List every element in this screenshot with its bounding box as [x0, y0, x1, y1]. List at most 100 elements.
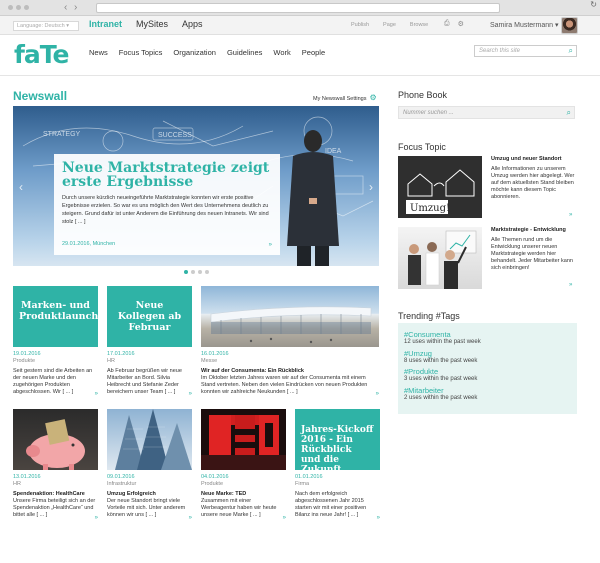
- tile-more-link[interactable]: »: [189, 515, 192, 521]
- site-search-input[interactable]: Search this site ⌕: [474, 45, 577, 57]
- tile-date: 19.01.2016: [13, 351, 41, 357]
- tile-date: 04.01.2016: [201, 474, 229, 480]
- pager-dot[interactable]: [184, 270, 188, 274]
- focus-topic-image[interactable]: [398, 227, 482, 289]
- news-tile[interactable]: 04.01.2016 Produkte Neue Marke: TED Zusamm…: [201, 409, 286, 521]
- search-icon[interactable]: ⌕: [569, 46, 573, 56]
- svg-text:IDEA: IDEA: [325, 148, 342, 155]
- tile-more-link[interactable]: »: [189, 391, 192, 397]
- tile-headline[interactable]: Neue Marke: TED: [201, 491, 246, 497]
- site-logo[interactable]: faTe: [14, 40, 69, 69]
- tile-more-link[interactable]: »: [377, 515, 380, 521]
- publish-button[interactable]: Publish: [351, 22, 369, 28]
- site-header: faTe News Focus Topics Organization Guid…: [0, 36, 600, 73]
- trending-tag[interactable]: #Umzug 8 uses within the past week: [404, 349, 571, 365]
- hero-next-arrow[interactable]: ›: [369, 180, 373, 194]
- tag-uses: 8 uses within the past week: [404, 357, 478, 364]
- avatar[interactable]: [561, 17, 578, 34]
- tile-more-link[interactable]: »: [95, 515, 98, 521]
- focus-item-title[interactable]: Marktstrategie - Entwicklung: [491, 227, 577, 234]
- trending-tag[interactable]: #Produkte 3 uses within the past week: [404, 367, 571, 383]
- search-icon[interactable]: ⌕: [567, 108, 571, 118]
- phonebook-search-input[interactable]: Nummer suchen ... ⌕: [398, 106, 575, 119]
- back-icon[interactable]: ‹: [64, 2, 74, 13]
- newswall-title: Newswall: [13, 89, 68, 103]
- pager-dot[interactable]: [198, 270, 202, 274]
- hero-card[interactable]: Neue Marktstrategie zeigt erste Ergebnis…: [54, 154, 280, 255]
- tile-more-link[interactable]: »: [95, 391, 98, 397]
- settings-icon[interactable]: ⚙: [458, 20, 464, 28]
- newswall-settings-link[interactable]: My Newswall Settings ⚙: [313, 93, 377, 102]
- window-controls[interactable]: [8, 5, 29, 10]
- pager-dot[interactable]: [205, 270, 209, 274]
- nav-organization[interactable]: Organization: [173, 48, 216, 57]
- tile-date: 17.01.2016: [107, 351, 135, 357]
- tile-headline[interactable]: Wir auf der Consumenta: Ein Rückblick: [201, 368, 304, 374]
- hero-slider[interactable]: SUCCESS IDEA STRATEGY ‹ › Neue Marktstra…: [13, 106, 379, 266]
- trending-tag[interactable]: #Consumenta 12 uses within the past week: [404, 330, 571, 346]
- user-menu[interactable]: Samira Mustermann ▾: [490, 21, 559, 29]
- tile-text: Ab Februar begrüßen wir neue Mitarbeiter…: [107, 368, 182, 395]
- hero-more-link[interactable]: »: [269, 242, 272, 248]
- hero-text: Durch unsere kürzlich neueingeführte Mar…: [62, 195, 269, 225]
- forward-icon[interactable]: ›: [74, 2, 84, 13]
- tile-teal-box: Jahres-Kickoff 2016 - Ein Rückblick und …: [295, 409, 380, 470]
- phonebook-title: Phone Book: [398, 90, 448, 100]
- news-tile[interactable]: 09.01.2016 Infrastruktur Umzug Erfolgreic…: [107, 409, 192, 521]
- address-bar[interactable]: [96, 3, 500, 13]
- news-tile[interactable]: 16.01.2016 Messe Wir auf der Consumenta: …: [201, 286, 379, 397]
- tile-category: Messe: [201, 358, 218, 364]
- focus-topic-title: Focus Topic: [398, 142, 446, 152]
- nav-focus-topics[interactable]: Focus Topics: [119, 48, 163, 57]
- tile-headline[interactable]: Umzug Erfolgreich: [107, 491, 156, 497]
- language-select[interactable]: Language: Deutsch ▾: [13, 21, 79, 31]
- news-tile[interactable]: 13.01.2016 HR Spendenaktion: HealthCare Un…: [13, 409, 98, 521]
- focus-topic-image[interactable]: Umzug!: [398, 156, 482, 218]
- tag-uses: 12 uses within the past week: [404, 339, 481, 345]
- tag-name[interactable]: #Consumenta: [404, 330, 571, 339]
- focus-more-link[interactable]: »: [569, 282, 572, 288]
- page-button[interactable]: Page: [383, 22, 396, 28]
- news-tile[interactable]: Marken- und Produktlaunch 19.01.2016 Prod…: [13, 286, 98, 397]
- top-nav-apps[interactable]: Apps: [182, 19, 203, 29]
- focus-topic-item[interactable]: Umzug und neuer Standort Alle Informatio…: [491, 156, 577, 201]
- tile-more-link[interactable]: »: [376, 391, 379, 397]
- pager-dot[interactable]: [191, 270, 195, 274]
- focus-image-text: Umzug!: [410, 203, 450, 214]
- nav-guidelines[interactable]: Guidelines: [227, 48, 262, 57]
- tile-category: Produkte: [201, 481, 224, 487]
- hero-title[interactable]: Neue Marktstrategie zeigt erste Ergebnis…: [62, 161, 272, 189]
- trending-tag[interactable]: #Mitarbeiter 2 uses within the past week: [404, 386, 571, 402]
- focus-topic-item[interactable]: Marktstrategie - Entwicklung Alle Themen…: [491, 227, 577, 272]
- focus-item-title[interactable]: Umzug und neuer Standort: [491, 156, 577, 163]
- tile-image: [107, 409, 192, 470]
- tile-date: 16.01.2016: [201, 351, 229, 357]
- news-tile[interactable]: Jahres-Kickoff 2016 - Ein Rückblick und …: [295, 409, 380, 521]
- tile-headline[interactable]: Spendenaktion: HealthCare: [13, 491, 85, 497]
- tag-uses: 2 uses within the past week: [404, 394, 478, 401]
- hero-prev-arrow[interactable]: ‹: [19, 180, 23, 194]
- top-nav-intranet[interactable]: Intranet: [89, 19, 122, 29]
- print-icon[interactable]: ⎙: [444, 20, 450, 28]
- tile-more-link[interactable]: »: [283, 515, 286, 521]
- main-nav: News Focus Topics Organization Guideline…: [89, 48, 325, 57]
- tile-image: [13, 409, 98, 470]
- nav-work[interactable]: Work: [273, 48, 290, 57]
- tag-name[interactable]: #Umzug: [404, 349, 571, 358]
- svg-text:STRATEGY: STRATEGY: [43, 131, 81, 138]
- news-tile[interactable]: Neue Kollegen ab Februar 17.01.2016 HR Ab…: [107, 286, 192, 397]
- browser-nav[interactable]: ‹ ›: [64, 2, 84, 13]
- browse-button[interactable]: Browse: [410, 22, 428, 28]
- top-nav-mysites[interactable]: MySites: [136, 19, 168, 29]
- tile-teal-box: Marken- und Produktlaunch: [13, 286, 98, 347]
- tag-name[interactable]: #Produkte: [404, 367, 571, 376]
- tile-text: Unsere Firma beteiligt sich an der Spend…: [13, 498, 96, 518]
- focus-more-link[interactable]: »: [569, 212, 572, 218]
- reload-icon[interactable]: ↻: [590, 0, 597, 9]
- nav-news[interactable]: News: [89, 48, 108, 57]
- header-divider: [0, 75, 600, 76]
- tile-teal-box: Neue Kollegen ab Februar: [107, 286, 192, 347]
- tile-category: Produkte: [13, 358, 36, 364]
- nav-people[interactable]: People: [302, 48, 325, 57]
- tag-name[interactable]: #Mitarbeiter: [404, 386, 571, 395]
